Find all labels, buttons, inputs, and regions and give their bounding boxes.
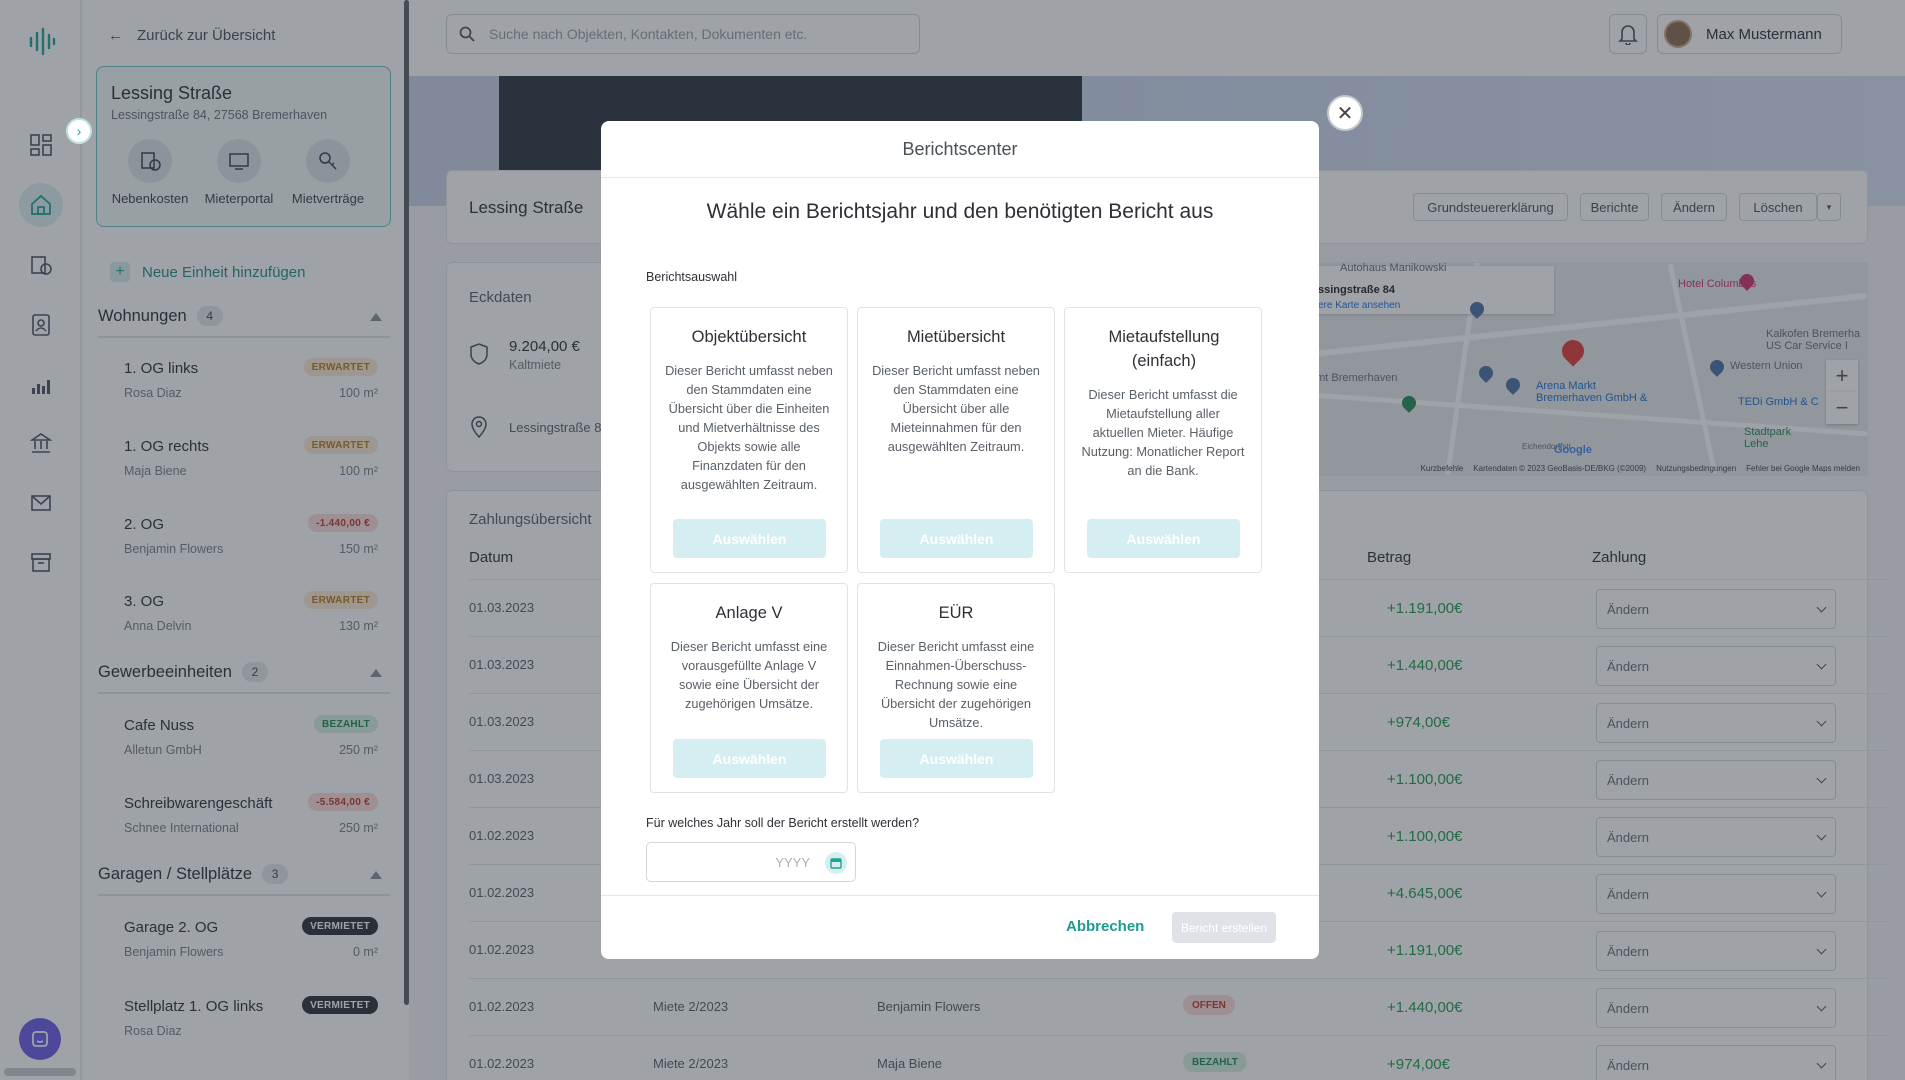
report-description: Dieser Bericht umfasst eine Einnahmen-Üb… xyxy=(877,639,1035,730)
select-report-button[interactable]: Auswählen xyxy=(673,519,826,558)
report-title: Anlage V xyxy=(715,604,783,622)
section-label: Berichtsauswahl xyxy=(646,270,738,284)
cancel-button[interactable]: Abbrechen xyxy=(1066,918,1144,935)
year-placeholder: YYYY xyxy=(775,855,810,870)
report-card-anlage-v[interactable]: Anlage V Dieser Bericht umfasst eine vor… xyxy=(650,583,848,793)
report-description: Dieser Bericht umfasst neben den Stammda… xyxy=(665,363,833,492)
report-card-mietaufstellung[interactable]: Mietaufstellung (einfach) Dieser Bericht… xyxy=(1064,307,1262,573)
modal-footer: Abbrechen Bericht erstellen xyxy=(601,895,1319,959)
report-title: EÜR xyxy=(938,604,974,622)
collapse-sidebar-button[interactable]: › xyxy=(66,118,92,144)
report-title: Objektübersicht xyxy=(691,328,807,346)
select-report-button[interactable]: Auswählen xyxy=(880,519,1033,558)
create-report-button[interactable]: Bericht erstellen xyxy=(1172,912,1276,943)
select-report-button[interactable]: Auswählen xyxy=(1087,519,1240,558)
berichtscenter-modal: Berichtscenter Wähle ein Berichtsjahr un… xyxy=(601,121,1319,959)
select-report-button[interactable]: Auswählen xyxy=(673,739,826,778)
report-title: Mietaufstellung (einfach) xyxy=(1108,328,1220,370)
year-input[interactable]: YYYY xyxy=(646,842,856,882)
report-card-eur[interactable]: EÜR Dieser Bericht umfasst eine Einnahme… xyxy=(857,583,1055,793)
modal-title: Berichtscenter xyxy=(601,121,1319,178)
modal-subtitle: Wähle ein Berichtsjahr und den benötigte… xyxy=(706,200,1214,223)
report-description: Dieser Bericht umfasst eine vorausgefüll… xyxy=(670,639,828,711)
year-question: Für welches Jahr soll der Bericht erstel… xyxy=(646,816,920,830)
report-description: Dieser Bericht umfasst die Mietaufstellu… xyxy=(1081,387,1245,478)
calendar-icon[interactable] xyxy=(825,852,847,874)
report-title: Mietübersicht xyxy=(906,328,1006,346)
close-icon[interactable]: ✕ xyxy=(1327,95,1363,131)
report-description: Dieser Bericht umfasst neben den Stammda… xyxy=(872,363,1040,454)
report-card-mietuebersicht[interactable]: Mietübersicht Dieser Bericht umfasst neb… xyxy=(857,307,1055,573)
select-report-button[interactable]: Auswählen xyxy=(880,739,1033,778)
report-card-objektuebersicht[interactable]: Objektübersicht Dieser Bericht umfasst n… xyxy=(650,307,848,573)
